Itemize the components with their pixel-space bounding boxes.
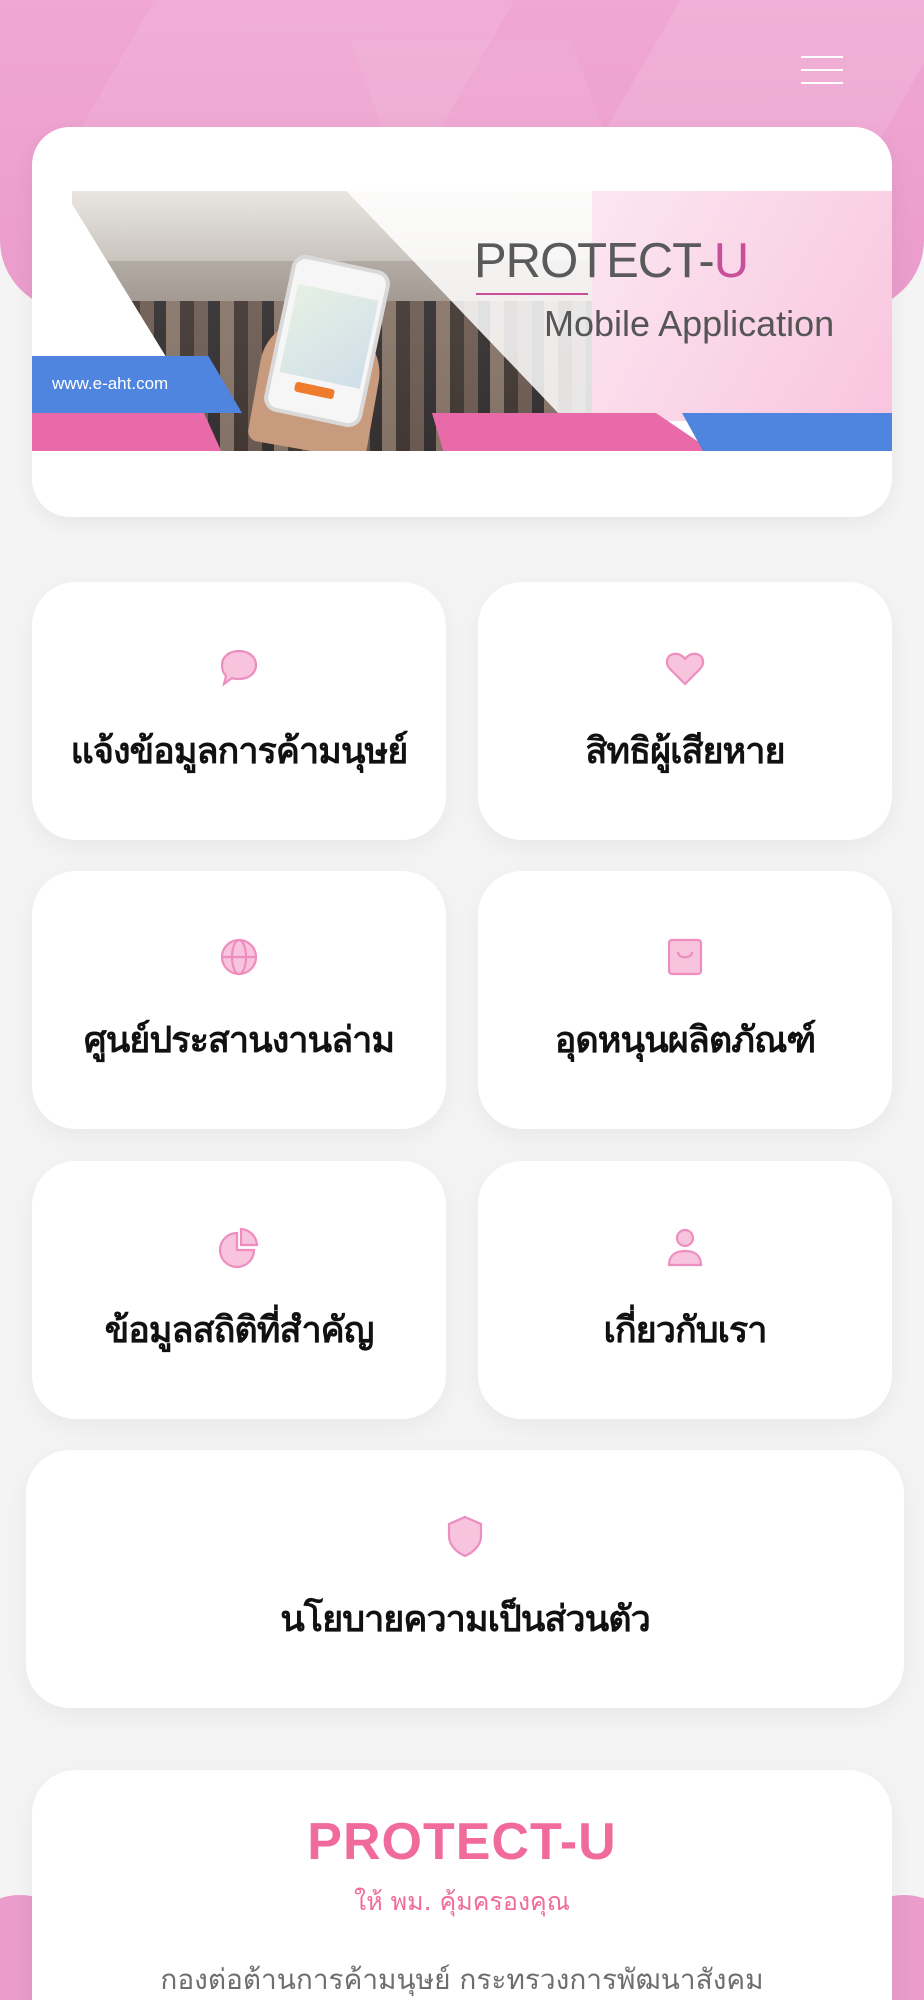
banner-url: www.e-aht.com	[52, 374, 169, 393]
menu-support-products-button[interactable]: อุดหนุนผลิตภัณฑ์	[478, 871, 892, 1129]
shopping-bag-icon	[667, 938, 703, 976]
heart-icon	[665, 652, 705, 686]
menu-label: แจ้งข้อมูลการค้ามนุษย์	[70, 731, 409, 772]
banner-subtitle: Mobile Application	[544, 303, 835, 344]
menu-about-us-button[interactable]: เกี่ยวกับเรา	[478, 1161, 892, 1419]
menu-privacy-policy-button[interactable]: นโยบายความเป็นส่วนตัว	[26, 1450, 904, 1708]
menu-label: ข้อมูลสถิติที่สำคัญ	[104, 1310, 375, 1351]
footer-title: PROTECT-U	[307, 1813, 617, 1871]
pie-chart-icon	[218, 1227, 259, 1269]
footer-organization: กองต่อต้านการค้ามนุษย์ กระทรวงการพัฒนาสั…	[160, 1963, 764, 1996]
menu-victim-rights-button[interactable]: สิทธิผู้เสียหาย	[478, 582, 892, 840]
user-icon	[667, 1228, 703, 1267]
menu-interpreter-center-button[interactable]: ศูนย์ประสานงานล่าม	[32, 871, 446, 1129]
app-page: www.e-aht.com PROTECT-U Mobile Applicati…	[0, 0, 924, 2000]
globe-icon	[220, 938, 258, 976]
menu-label: อุดหนุนผลิตภัณฑ์	[554, 1020, 817, 1061]
banner-card: www.e-aht.com PROTECT-U Mobile Applicati…	[32, 127, 892, 517]
footer-card: PROTECT-U ให้ พม. คุ้มครองคุณ กองต่อต้าน…	[32, 1770, 892, 2000]
shield-icon	[447, 1515, 483, 1558]
chat-bubble-icon	[220, 649, 258, 687]
hamburger-menu-icon[interactable]	[801, 56, 843, 86]
footer-tagline: ให้ พม. คุ้มครองคุณ	[354, 1887, 570, 1916]
menu-report-trafficking-button[interactable]: แจ้งข้อมูลการค้ามนุษย์	[32, 582, 446, 840]
menu-statistics-button[interactable]: ข้อมูลสถิติที่สำคัญ	[32, 1161, 446, 1419]
app-banner-image: www.e-aht.com PROTECT-U Mobile Applicati…	[32, 191, 892, 451]
menu-label: สิทธิผู้เสียหาย	[585, 731, 785, 772]
menu-label: เกี่ยวกับเรา	[603, 1310, 768, 1351]
menu-label: นโยบายความเป็นส่วนตัว	[280, 1599, 651, 1640]
menu-label: ศูนย์ประสานงานล่าม	[83, 1020, 395, 1061]
banner-title: PROTECT-U	[474, 234, 749, 288]
